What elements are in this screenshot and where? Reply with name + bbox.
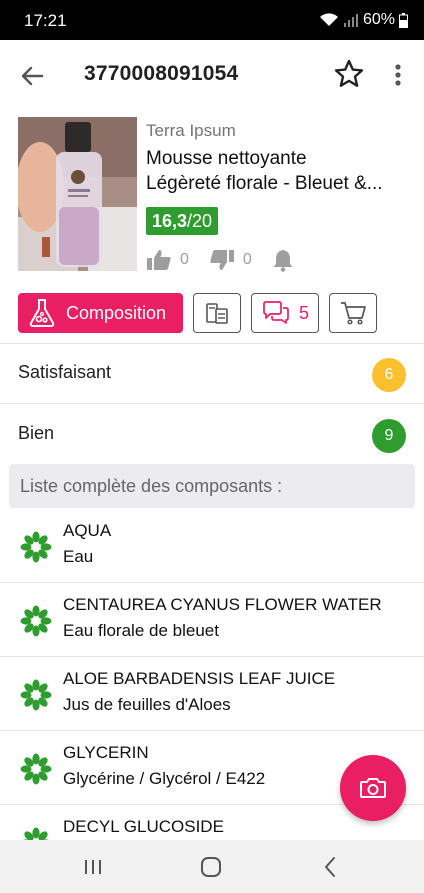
arrow-left-icon[interactable] [16, 60, 48, 92]
flower-icon [20, 753, 52, 785]
status-bar: 17:21 60% [0, 0, 424, 40]
rating-count-badge: 9 [372, 419, 406, 453]
score-value: 16,3 [152, 211, 188, 231]
more-vert-icon[interactable] [388, 60, 408, 90]
product-photo[interactable] [18, 117, 137, 271]
tab-composition[interactable]: Composition [18, 293, 183, 333]
ingredient-common-name: Eau [63, 547, 94, 566]
product-photo-graphic [18, 117, 137, 271]
list-item[interactable]: CENTAUREA CYANUS FLOWER WATER Eau floral… [0, 583, 424, 657]
compare-icon [206, 303, 228, 324]
home-icon[interactable] [198, 854, 224, 880]
rating-label: Bien [18, 423, 55, 443]
rating-count-badge: 6 [372, 358, 406, 392]
system-nav-bar [0, 840, 424, 893]
thumb-down-icon[interactable] [209, 249, 235, 271]
wifi-icon [319, 13, 338, 26]
flower-icon [20, 605, 52, 637]
camera-icon [360, 778, 386, 798]
page-title: 3770008091054 [84, 62, 239, 85]
score-badge: 16,3/20 [146, 207, 219, 235]
dislikes-count: 0 [242, 251, 252, 268]
ingredient-inci: ALOE BARBADENSIS LEAF JUICE [63, 669, 336, 688]
bell-icon[interactable] [272, 248, 294, 272]
flask-icon [29, 299, 55, 327]
rating-group-bien[interactable]: Bien 9 [0, 404, 424, 464]
ingredient-inci: GLYCERIN [63, 743, 149, 762]
section-tabs: Composition 5 [18, 293, 377, 333]
list-item[interactable]: ALOE BARBADENSIS LEAF JUICE Jus de feuil… [0, 657, 424, 731]
cart-icon [341, 302, 366, 325]
app-bar: 3770008091054 [0, 40, 424, 110]
rating-group-satisfaisant[interactable]: Satisfaisant 6 [0, 343, 424, 403]
tab-reviews[interactable]: 5 [251, 293, 319, 333]
status-right: 60% [319, 11, 408, 29]
ingredient-inci: DECYL GLUCOSIDE [63, 817, 224, 836]
ingredient-common-name: Glycérine / Glycérol / E422 [63, 769, 266, 788]
product-brand: Terra Ipsum [146, 121, 236, 140]
votes-row: 0 0 [146, 247, 294, 273]
flower-icon [20, 679, 52, 711]
tab-buy[interactable] [329, 293, 377, 333]
recent-apps-icon[interactable] [80, 854, 106, 880]
list-item[interactable]: AQUA Eau [0, 509, 424, 583]
reviews-count: 5 [298, 302, 309, 323]
thumb-up-icon[interactable] [146, 249, 172, 271]
camera-button[interactable] [340, 755, 406, 821]
ingredient-inci: CENTAUREA CYANUS FLOWER WATER [63, 595, 382, 614]
battery-percent: 60% [362, 11, 395, 28]
back-nav-icon[interactable] [318, 854, 344, 880]
ingredient-common-name: Jus de feuilles d'Aloes [63, 695, 231, 714]
flower-icon [20, 531, 52, 563]
likes-count: 0 [180, 251, 189, 268]
battery-icon [399, 12, 408, 28]
star-outline-icon[interactable] [333, 58, 365, 90]
product-name: Mousse nettoyante Légèreté florale - Ble… [146, 146, 411, 196]
ingredient-inci: AQUA [63, 521, 112, 540]
tab-composition-label: Composition [66, 302, 167, 323]
signal-icon [343, 14, 358, 27]
tab-compare[interactable] [193, 293, 241, 333]
rating-label: Satisfaisant [18, 362, 112, 382]
ingredients-header: Liste complète des composants : [9, 464, 415, 508]
ingredient-common-name: Eau florale de bleuet [63, 621, 219, 640]
chat-bubbles-icon [263, 301, 289, 324]
product-name-line1: Mousse nettoyante [146, 148, 307, 169]
score-max: /20 [187, 211, 213, 231]
product-name-line2: Légèreté florale - Bleuet &... [146, 173, 383, 194]
status-time: 17:21 [24, 11, 67, 30]
